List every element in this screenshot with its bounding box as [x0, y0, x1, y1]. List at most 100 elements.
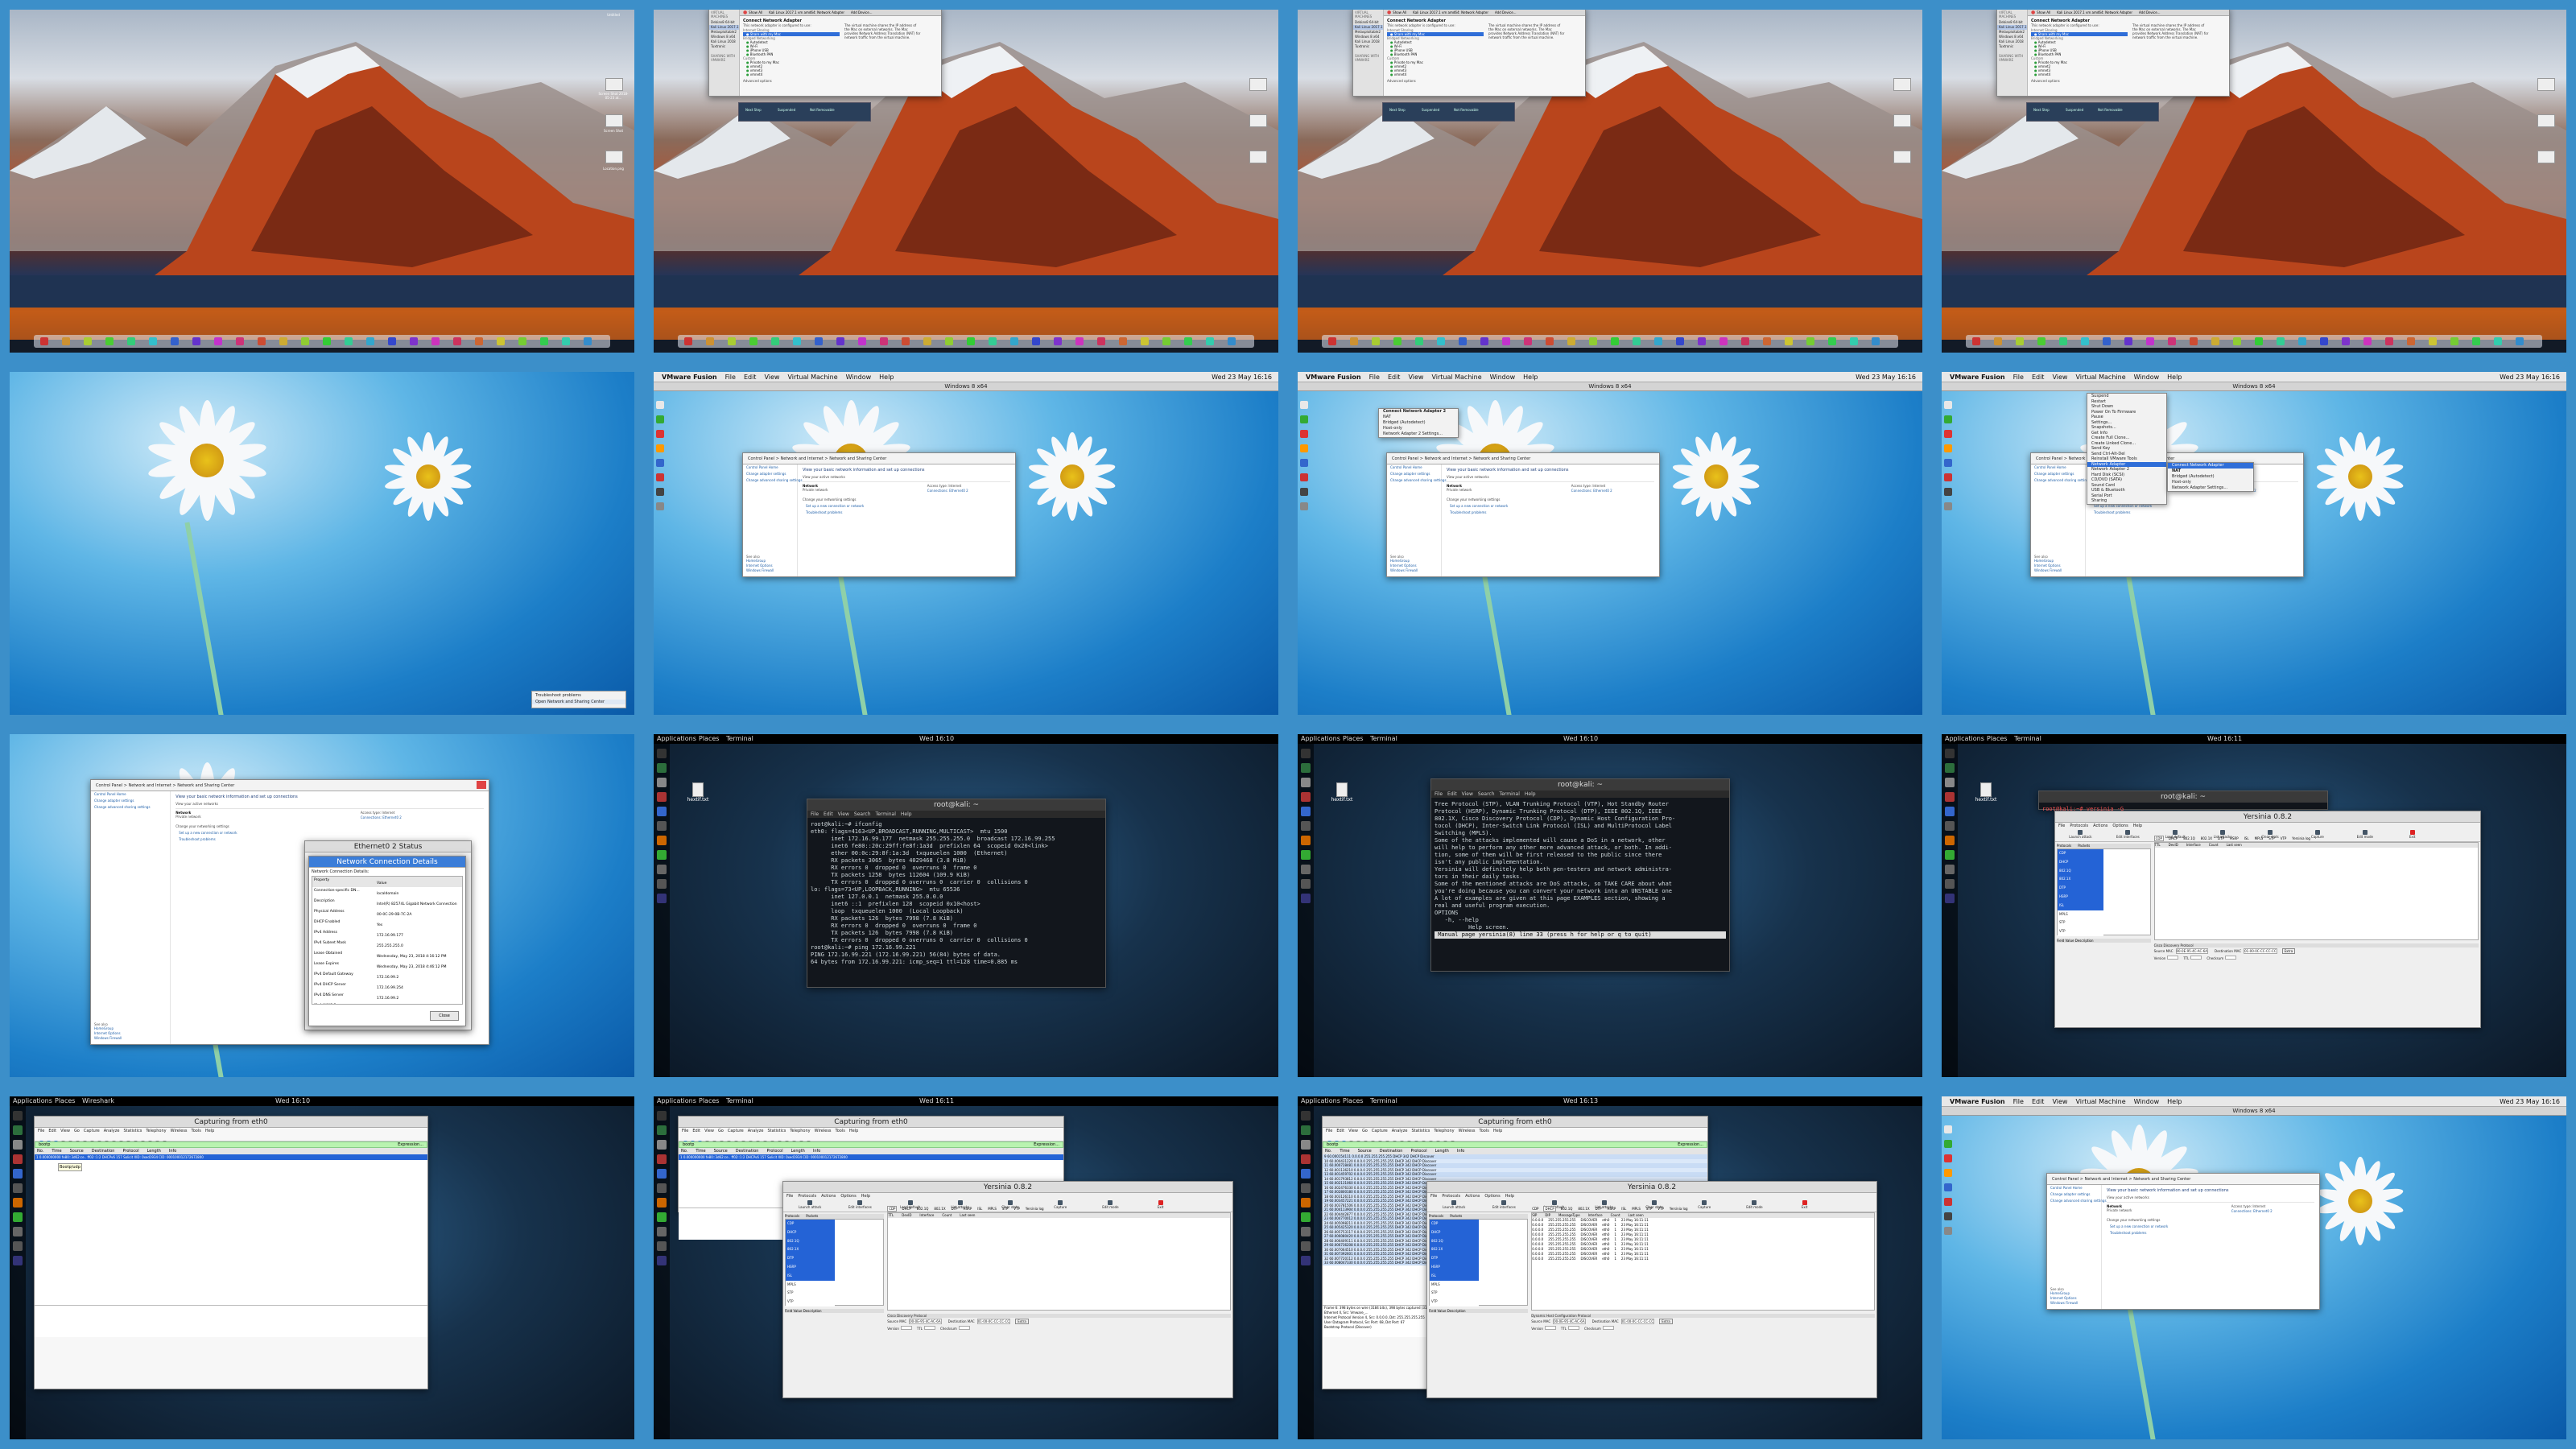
protocol-row[interactable]: VTP [1430, 1298, 1479, 1307]
display-filter-bar[interactable]: bootp Expression... [35, 1141, 427, 1148]
dock-app-icon[interactable] [1785, 337, 1793, 345]
dock-app-icon[interactable] [2081, 337, 2089, 345]
dock-app-icon[interactable] [1010, 337, 1018, 345]
places-menu[interactable]: Places [699, 1096, 719, 1106]
dock-app-icon[interactable] [1994, 337, 2002, 345]
wireshark-menu-item[interactable]: Analyze [1392, 1129, 1408, 1133]
protocol-tab[interactable]: 802.1Q [1560, 1207, 1574, 1211]
dock-app-icon[interactable] [1437, 337, 1445, 345]
wireshark-menu-item[interactable]: View [704, 1129, 714, 1133]
protocol-row[interactable]: 802.1Q [786, 1236, 835, 1246]
dock-app-icon[interactable] [749, 337, 758, 345]
display-filter-bar[interactable]: bootp Expression... [679, 1141, 1063, 1148]
dock-app-icon[interactable] [657, 792, 667, 802]
column-header[interactable]: Info [813, 1149, 820, 1154]
wireshark-menu-item[interactable]: Capture [728, 1129, 744, 1133]
menu-item[interactable]: Edit [1388, 374, 1401, 381]
protocol-row[interactable]: VTP [786, 1298, 835, 1307]
sidebar-link[interactable]: Change advanced sharing settings [91, 804, 170, 811]
desktop-shortcut-icon[interactable] [656, 473, 664, 481]
dock-app-icon[interactable] [1301, 1212, 1311, 1222]
terminal-menu-item[interactable]: Edit [1447, 791, 1457, 797]
sidebar-item-vm[interactable]: Tuxtronic [709, 44, 739, 49]
dock-app-icon[interactable] [2037, 337, 2046, 345]
yersinia-menu-item[interactable]: Protocols [798, 1194, 816, 1199]
dock-app-icon[interactable] [475, 337, 483, 345]
dock-app-icon[interactable] [967, 337, 975, 345]
protocol-row[interactable]: 802.1X [2058, 875, 2104, 885]
wireshark-menu-item[interactable]: View [60, 1129, 70, 1133]
close-button[interactable]: Close [430, 1011, 459, 1021]
packet-row[interactable]: 1 0.000000000 fe80::3d62:ce.. ff02::1:2 … [679, 1154, 1063, 1160]
menu-item[interactable]: Window [2134, 374, 2160, 381]
applications-menu[interactable]: Applications [1301, 1096, 1340, 1106]
dock-app-icon[interactable] [13, 1241, 23, 1251]
terminal-menu-item[interactable]: Search [854, 811, 871, 817]
address-bar[interactable]: Control Panel > Network and Internet > N… [1387, 453, 1659, 464]
desktop-shortcut-icon[interactable] [1300, 430, 1308, 438]
dock-app-icon[interactable] [1945, 763, 1955, 773]
dock-app-icon[interactable] [2429, 337, 2437, 345]
column-header[interactable]: Time [1340, 1149, 1349, 1154]
menu-item[interactable]: Help [2167, 1098, 2182, 1105]
protocol-tab[interactable]: 802.1X [1577, 1207, 1590, 1211]
see-also-link[interactable]: Windows Firewall [91, 1036, 122, 1041]
protocol-row[interactable]: DTP [786, 1254, 835, 1263]
protocol-row[interactable]: HSRP [1430, 1262, 1479, 1272]
desktop-file[interactable]: hextif.txt [1974, 782, 1998, 803]
protocol-tab[interactable]: DTP [951, 1207, 959, 1211]
protocol-tab[interactable]: 802.1Q [916, 1207, 930, 1211]
display-filter-input[interactable]: bootp [683, 1142, 694, 1147]
dock-app-icon[interactable] [1698, 337, 1706, 345]
dock-app-icon[interactable] [657, 879, 667, 889]
column-header[interactable]: Length [791, 1149, 805, 1154]
dock-app-icon[interactable] [258, 337, 266, 345]
mac-dock[interactable] [678, 335, 1254, 348]
yersinia-menu-item[interactable]: Actions [2093, 824, 2107, 828]
wireshark-menu-item[interactable]: Telephony [1434, 1129, 1454, 1133]
dock-app-icon[interactable] [1945, 836, 1955, 845]
advanced-options-toggle[interactable]: Advanced options [2031, 79, 2128, 83]
dock-app-icon[interactable] [2320, 337, 2328, 345]
sidebar-item-vm[interactable]: Tuxtronic [1353, 44, 1383, 49]
dock-app-icon[interactable] [13, 1125, 23, 1135]
sidebar-link[interactable]: Change advanced sharing settings [2047, 1198, 2107, 1204]
dock-app-icon[interactable] [1546, 337, 1554, 345]
submenu-item[interactable]: Connect Network Adapter [2168, 463, 2253, 469]
dock-app-icon[interactable] [2363, 337, 2372, 345]
dock-app-icon[interactable] [1301, 1111, 1311, 1121]
dock-app-icon[interactable] [2190, 337, 2198, 345]
menu-item[interactable]: File [2013, 1098, 2024, 1105]
protocol-tab[interactable]: DHCP [901, 1207, 911, 1211]
wireshark-menu-item[interactable]: Tools [1480, 1129, 1489, 1133]
dock-app-icon[interactable] [1945, 792, 1955, 802]
dock-app-icon[interactable] [2472, 337, 2480, 345]
applications-menu[interactable]: Applications [1301, 734, 1340, 744]
dock-app-icon[interactable] [279, 337, 287, 345]
applications-menu[interactable]: Applications [13, 1096, 52, 1106]
column-header[interactable]: Source [70, 1149, 84, 1154]
protocol-tab[interactable]: 802.1X [2200, 836, 2213, 840]
desktop-shortcut-icon[interactable] [1944, 488, 1952, 496]
dock-app-icon[interactable] [13, 1140, 23, 1150]
dock-app-icon[interactable] [323, 337, 331, 345]
dock-app-icon[interactable] [1945, 865, 1955, 874]
dock-app-icon[interactable] [562, 337, 570, 345]
dest-mac-field[interactable]: 01-00-0C-CC-CC-CC [1620, 1318, 1655, 1324]
wireshark-menu-item[interactable]: Edit [1336, 1129, 1344, 1133]
protocol-row[interactable]: DHCP [786, 1228, 835, 1237]
sidebar-link[interactable]: Change advanced sharing settings [1387, 477, 1447, 484]
wireshark-menu-item[interactable]: Wireless [171, 1129, 188, 1133]
desktop-shortcut-icon[interactable] [1944, 1125, 1952, 1133]
menu-item[interactable]: File [725, 374, 736, 381]
wireshark-menu-item[interactable]: Go [74, 1129, 80, 1133]
expression-button[interactable]: Expression... [1678, 1142, 1703, 1148]
places-menu[interactable]: Places [55, 1096, 75, 1106]
dock-app-icon[interactable] [1301, 1125, 1311, 1135]
dock-app-icon[interactable] [1054, 337, 1062, 345]
protocol-row[interactable]: STP [786, 1289, 835, 1298]
dock-app-icon[interactable] [2255, 337, 2263, 345]
dock-app-icon[interactable] [657, 807, 667, 816]
terminal-menu-item[interactable]: View [1462, 791, 1473, 797]
wireshark-menu-item[interactable]: View [1348, 1129, 1358, 1133]
